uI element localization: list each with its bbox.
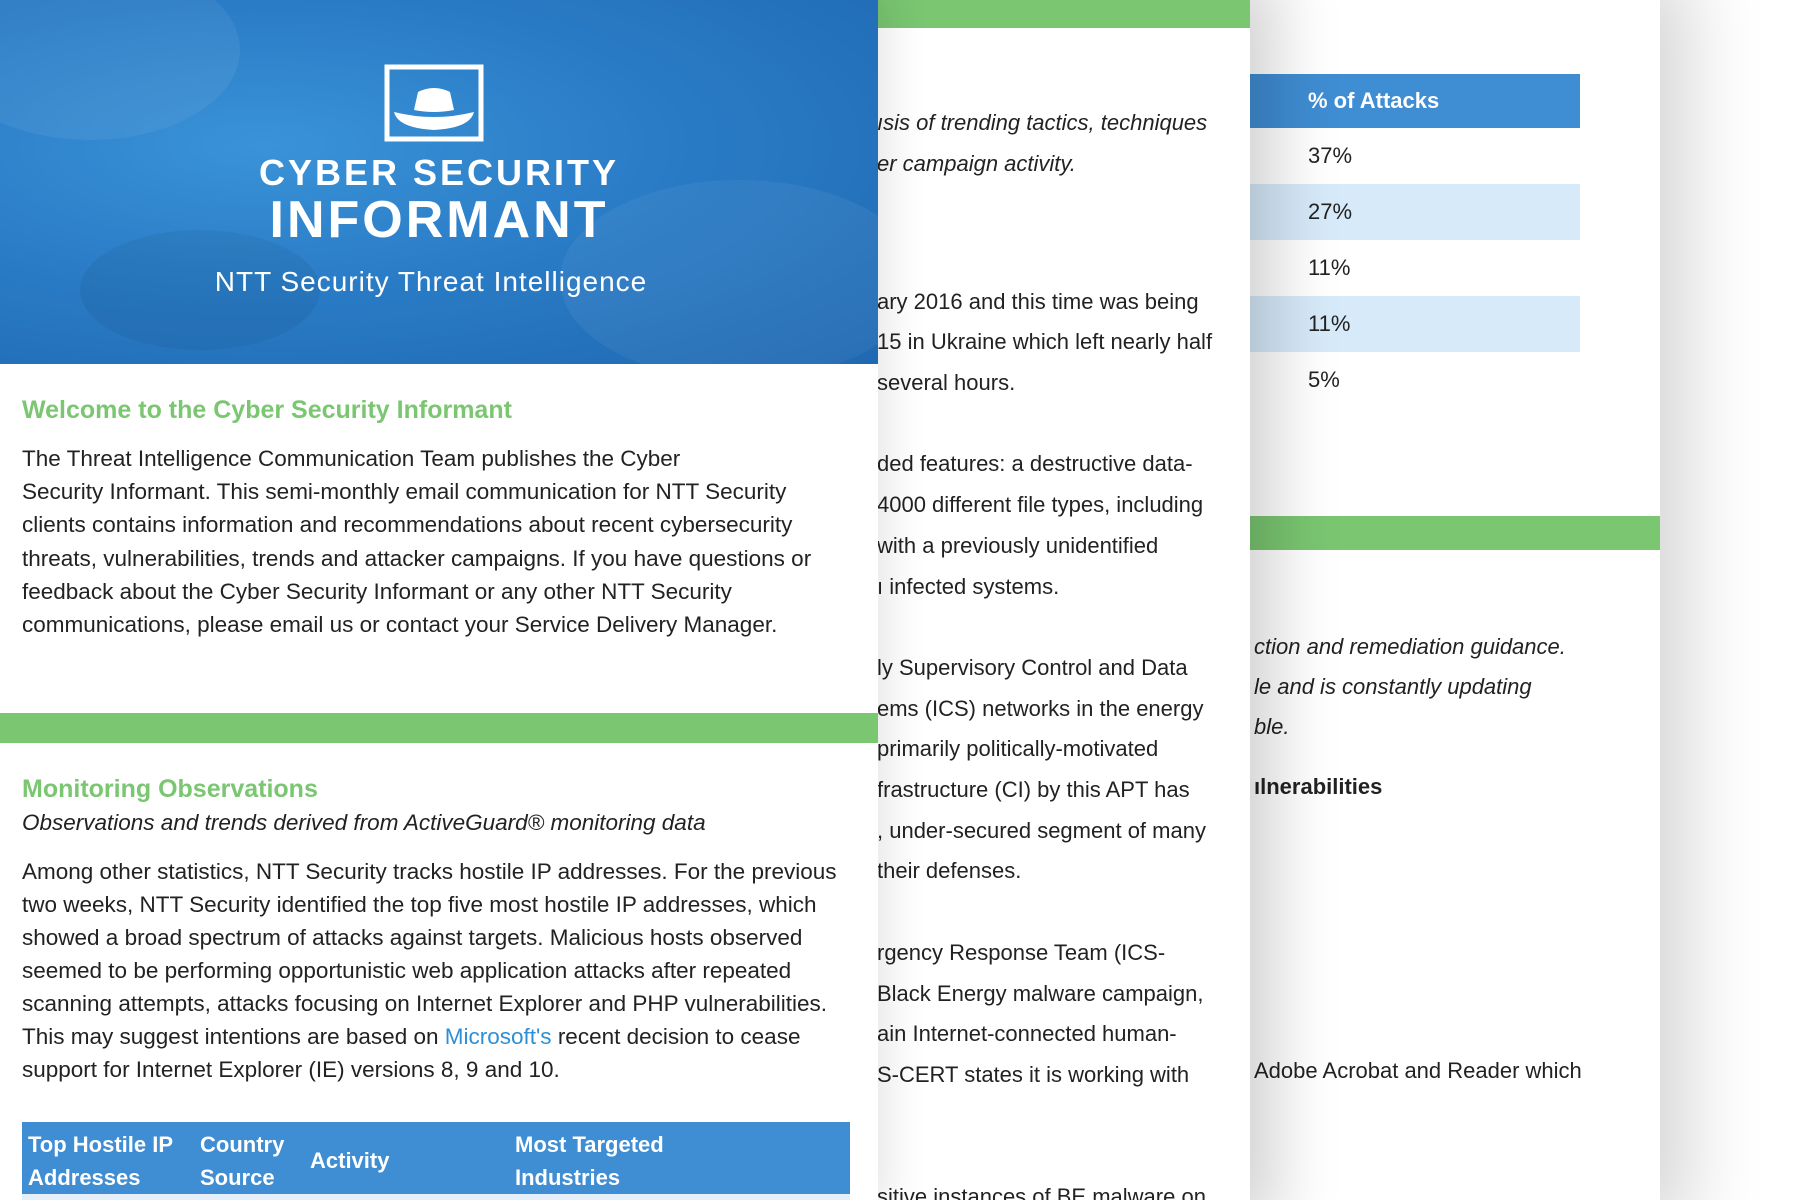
monitoring-text-line: This may suggest intentions are based on…: [22, 1024, 800, 1050]
text-line: er campaign activity.: [877, 151, 1076, 176]
monitoring-heading: Monitoring Observations: [22, 775, 318, 803]
text-line: ction and remediation guidance.: [1254, 634, 1566, 659]
welcome-text-line: feedback about the Cyber Security Inform…: [22, 579, 732, 604]
header-text: Industries: [515, 1165, 621, 1190]
monitoring-text-line: support for Internet Explorer (IE) versi…: [22, 1057, 560, 1082]
monitoring-text-line: showed a broad spectrum of attacks again…: [22, 925, 803, 950]
text-line: Black Energy malware campaign,: [877, 981, 1204, 1006]
text-line: ısis of trending tactics, techniques: [877, 110, 1208, 135]
attacks-percentage-table: % of Attacks 37% 27% 11% 11% 5%: [1220, 74, 1580, 408]
text-line: several hours.: [877, 370, 1016, 395]
column-header-country-source: Country Source: [200, 1128, 284, 1194]
monitoring-text-line: Among other statistics, NTT Security tra…: [22, 859, 837, 884]
monitoring-text-line: seemed to be performing opportunistic we…: [22, 958, 792, 983]
text-line: ary 2016 and this time was being: [877, 289, 1199, 314]
table-first-row-edge: [22, 1194, 850, 1200]
text-line: their defenses.: [877, 858, 1022, 883]
table-header: % of Attacks: [1220, 74, 1580, 128]
monitoring-subtitle: Observations and trends derived from Act…: [22, 810, 706, 835]
section-heading: ılnerabilities: [1254, 774, 1383, 799]
column-header-top-hostile-ip: Top Hostile IP Addresses: [28, 1128, 173, 1194]
text-line: 4000 different file types, including: [877, 492, 1204, 517]
text-line: 15 in Ukraine which left nearly half: [877, 329, 1213, 354]
banner-title-line2: INFORMANT: [269, 191, 609, 249]
text-line: , under-secured segment of many: [877, 818, 1206, 843]
back-document-page: % of Attacks 37% 27% 11% 11% 5% ction an…: [1220, 0, 1660, 1200]
table-row: 11%: [1308, 255, 1351, 280]
table-row: 11%: [1220, 296, 1580, 352]
text-line: ems (ICS) networks in the energy: [877, 696, 1204, 721]
header-text: Most Targeted: [515, 1132, 664, 1157]
welcome-text-line: clients contains information and recomme…: [22, 512, 793, 537]
green-divider: [0, 713, 878, 743]
header-text: Country: [200, 1132, 285, 1157]
text-line: Adobe Acrobat and Reader which: [1254, 1058, 1582, 1083]
text-line: S-CERT states it is working with: [877, 1062, 1190, 1087]
monitoring-text-line: scanning attempts, attacks focusing on I…: [22, 991, 828, 1016]
text-span: This may suggest intentions are based on: [22, 1024, 445, 1049]
text-line: with a previously unidentified: [877, 533, 1159, 558]
column-header-activity: Activity: [310, 1148, 390, 1173]
welcome-text-line: communications, please email us or conta…: [22, 612, 778, 637]
table-row: 27%: [1220, 184, 1580, 240]
fedora-hat-logo-icon: [384, 64, 484, 142]
table-row: 37%: [1308, 143, 1353, 168]
welcome-text-line: Security Informant. This semi-monthly em…: [22, 479, 787, 504]
front-document-page: CYBER SECURITY INFORMANT NTT Security Th…: [0, 0, 878, 1200]
text-line: le and is constantly updating: [1254, 674, 1532, 699]
chalk-texture: [0, 0, 240, 140]
header-banner: CYBER SECURITY INFORMANT NTT Security Th…: [0, 0, 878, 364]
welcome-heading: Welcome to the Cyber Security Informant: [22, 396, 512, 424]
text-line: ded features: a destructive data-: [877, 451, 1193, 476]
green-divider: [1220, 516, 1660, 550]
text-line: ble.: [1254, 714, 1290, 739]
text-line: ly Supervisory Control and Data: [877, 655, 1188, 680]
green-divider: [820, 0, 1250, 28]
welcome-text-line: The Threat Intelligence Communication Te…: [22, 446, 681, 471]
banner-title-line1: CYBER SECURITY: [258, 152, 620, 193]
text-line: ain Internet-connected human-: [877, 1021, 1177, 1046]
column-header-most-targeted-industries: Most Targeted Industries: [515, 1128, 664, 1194]
hostile-ip-table-header: Top Hostile IP Addresses Country Source …: [22, 1122, 850, 1200]
text-line: primarily politically-motivated: [877, 736, 1159, 761]
banner-subtitle: NTT Security Threat Intelligence: [214, 266, 648, 297]
text-span: recent decision to cease: [551, 1024, 801, 1049]
text-line: rgency Response Team (ICS-: [877, 940, 1166, 965]
welcome-text-line: threats, vulnerabilities, trends and att…: [22, 546, 812, 571]
header-text: Top Hostile IP: [28, 1132, 174, 1157]
header-text: Addresses: [28, 1165, 141, 1190]
text-line: sitive instances of BE malware on: [877, 1184, 1206, 1200]
text-line: ı infected systems.: [877, 574, 1060, 599]
header-text: Source: [200, 1165, 275, 1190]
monitoring-text-line: two weeks, NTT Security identified the t…: [22, 892, 817, 917]
table-row: 5%: [1308, 367, 1340, 392]
text-line: frastructure (CI) by this APT has: [877, 777, 1190, 802]
microsoft-link[interactable]: Microsoft's: [445, 1024, 552, 1049]
middle-document-page: ısis of trending tactics, techniques er …: [820, 0, 1250, 1200]
